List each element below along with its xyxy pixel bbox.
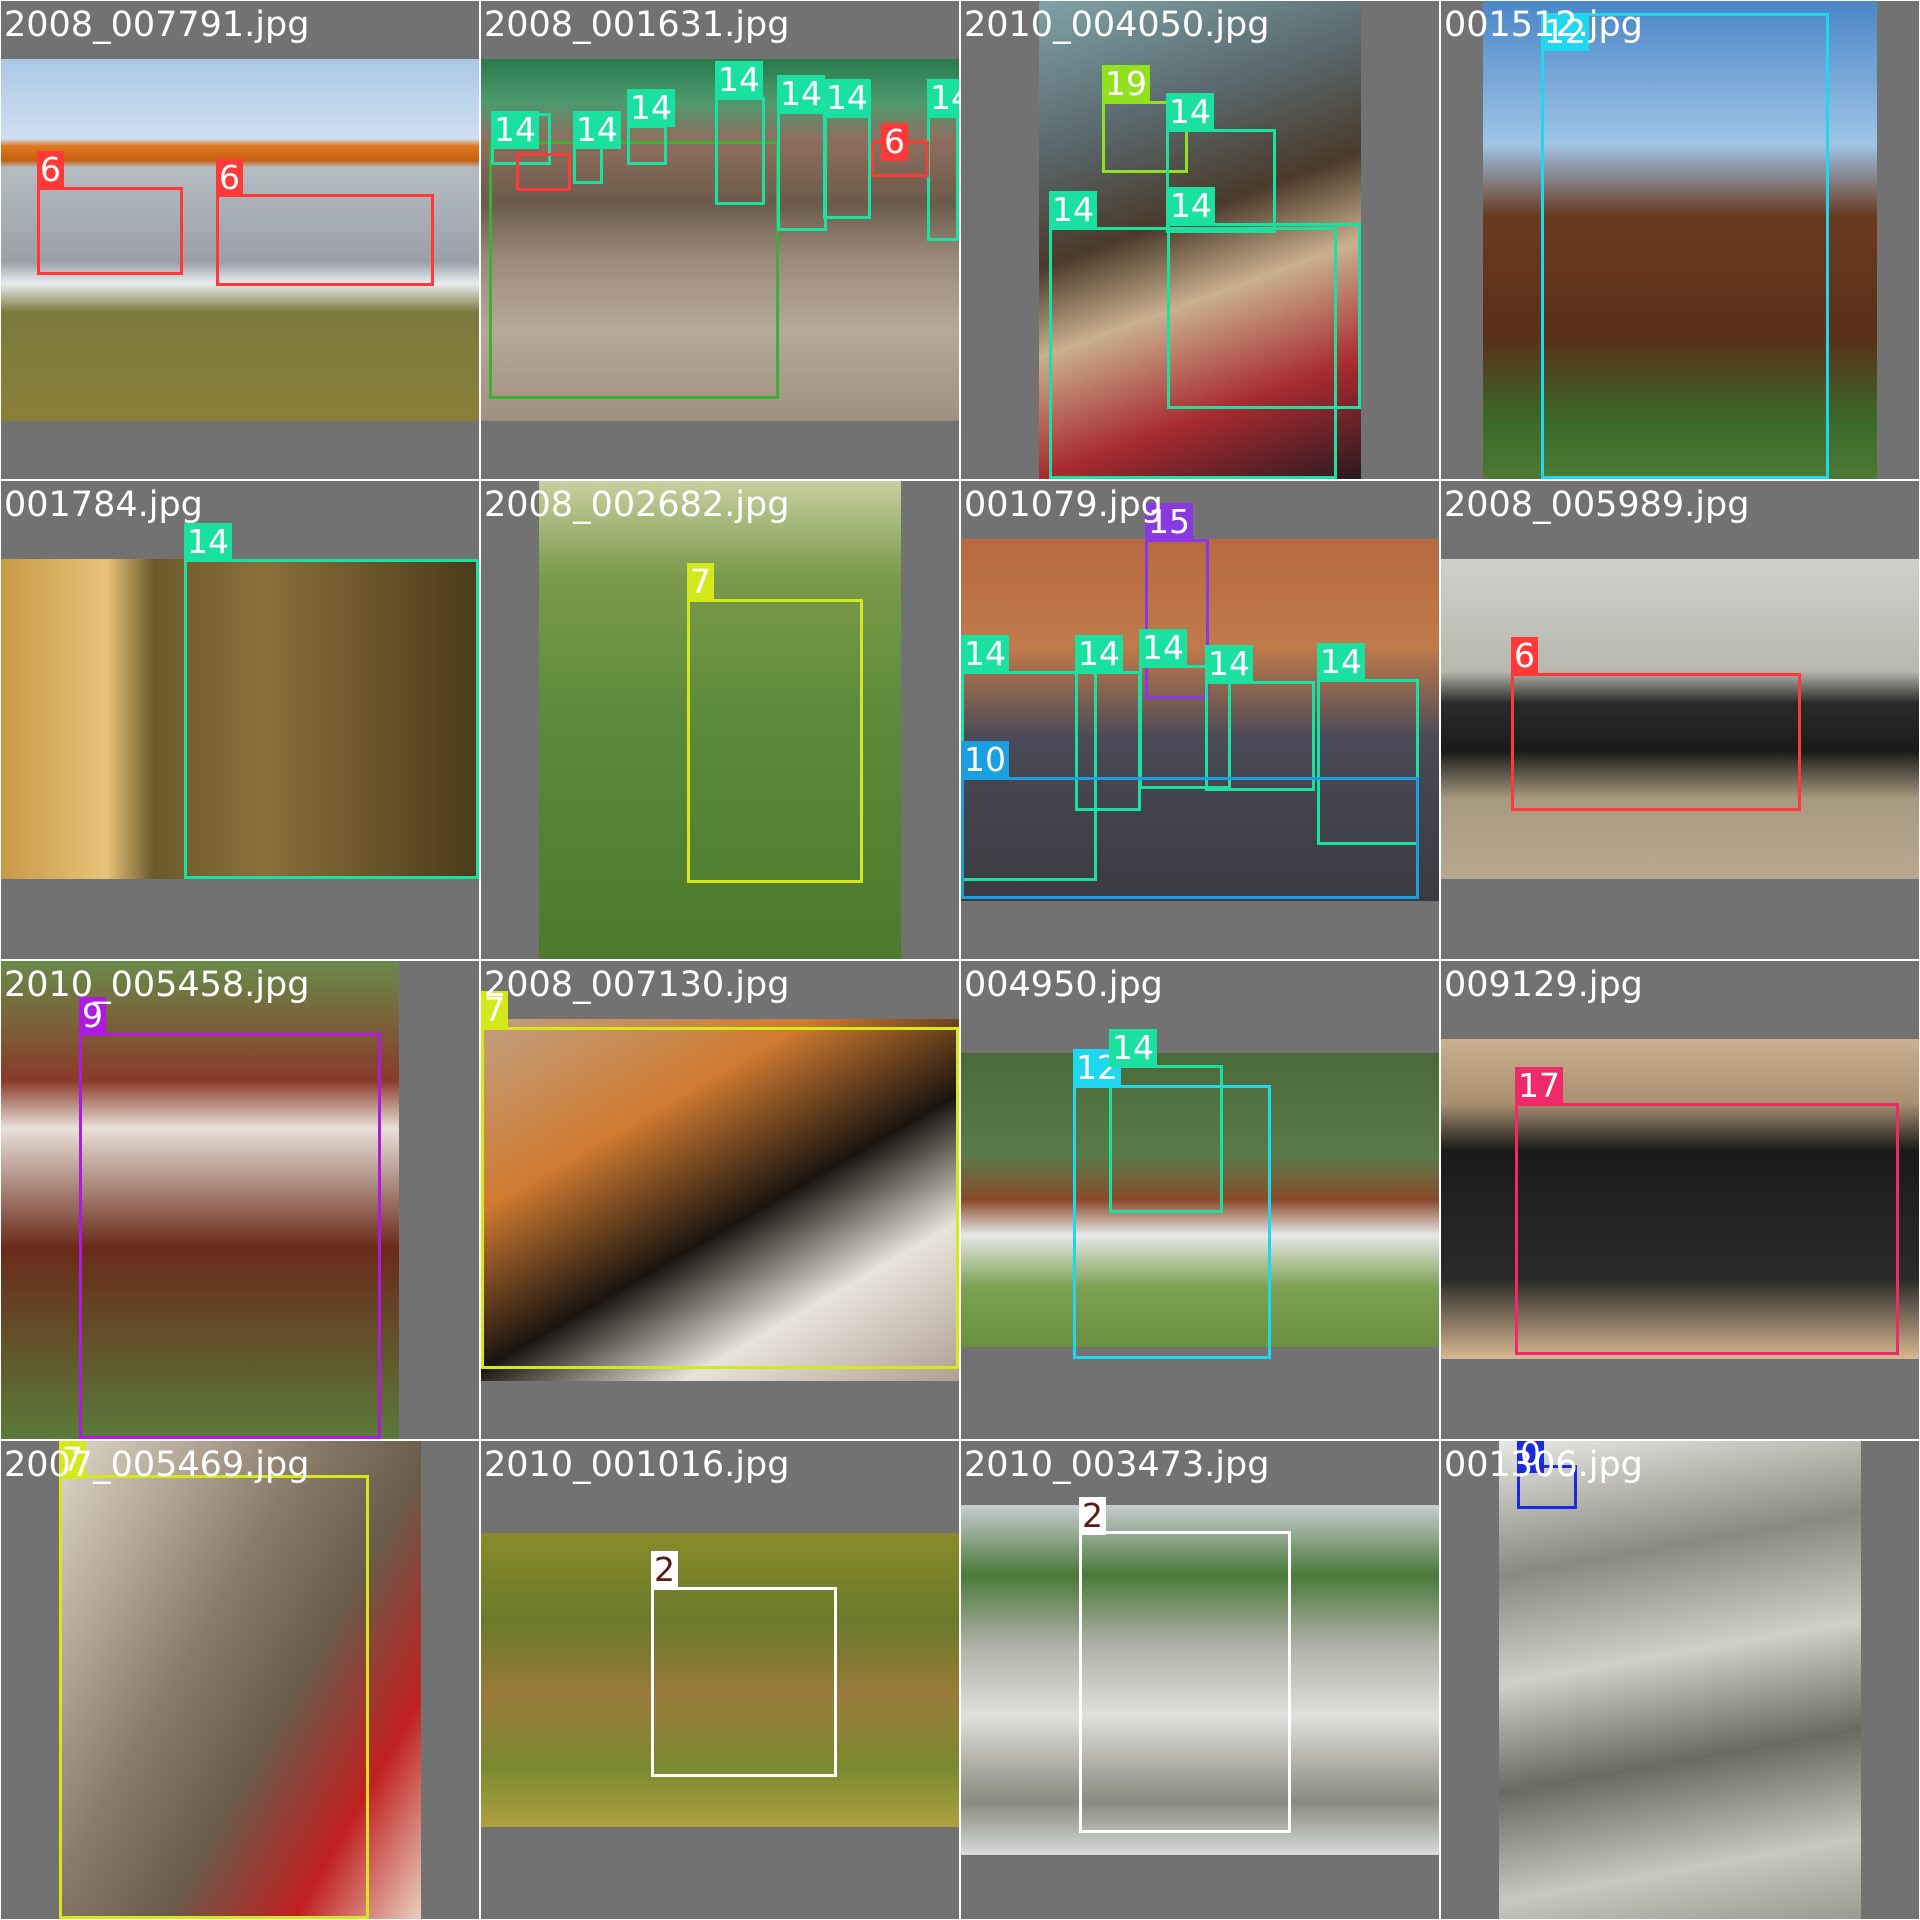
bbox-cow: [79, 1033, 381, 1439]
class-label: 14: [1075, 635, 1123, 673]
image-filename: 001306.jpg: [1444, 1445, 1643, 1485]
bbox-person: [1167, 223, 1361, 409]
bbox-person: [573, 146, 603, 184]
image-filename: 2008_002682.jpg: [484, 485, 790, 525]
mosaic-tile: 001306.jpg 0: [1441, 1441, 1919, 1919]
class-label: 14: [1166, 93, 1214, 131]
class-label: 6: [881, 123, 908, 161]
class-label: 14: [715, 61, 763, 99]
bbox-person: [184, 559, 479, 879]
bbox-car: [1511, 673, 1801, 811]
mosaic-tile: 2010_003473.jpg 2: [961, 1441, 1439, 1919]
class-label: 14: [1049, 191, 1097, 229]
class-label: 14: [627, 89, 675, 127]
class-label: 6: [1511, 637, 1538, 675]
bbox-cat: [687, 599, 863, 883]
bbox-car: [216, 194, 434, 286]
class-label: 14: [1139, 629, 1187, 667]
class-label: 14: [1317, 643, 1365, 681]
class-label: 14: [1205, 645, 1253, 683]
bbox-bird: [1079, 1531, 1291, 1833]
image-filename: 001512.jpg: [1444, 5, 1643, 45]
bbox-person: [1109, 1065, 1223, 1213]
bbox-diningtable: [961, 777, 1419, 899]
image-filename: 2008_001631.jpg: [484, 5, 790, 45]
image-filename: 004950.jpg: [964, 965, 1163, 1005]
mosaic-tile: 2008_001631.jpg 14 14 14 14 14 14 14 6: [481, 1, 959, 479]
bbox-person: [927, 115, 959, 241]
mosaic-tile: 2008_002682.jpg 7: [481, 481, 959, 959]
class-label: 14: [823, 79, 871, 117]
class-label: 6: [37, 151, 64, 189]
class-label: 14: [961, 635, 1009, 673]
image-filename: 2008_007130.jpg: [484, 965, 790, 1005]
bbox-horse: [1541, 13, 1829, 479]
mosaic-tile: 2007_005469.jpg 7: [1, 1441, 479, 1919]
class-label: 14: [777, 75, 825, 113]
image-filename: 2010_005458.jpg: [4, 965, 310, 1005]
image-filename: 2010_003473.jpg: [964, 1445, 1270, 1485]
mosaic-grid: 2008_007791.jpg 6 6 2008_001631.jpg 14 1…: [0, 0, 1920, 1920]
class-label: 2: [1079, 1497, 1106, 1535]
image-filename: 009129.jpg: [1444, 965, 1643, 1005]
class-label: 10: [961, 741, 1009, 779]
class-label: 7: [687, 563, 714, 601]
bbox-cat: [59, 1475, 369, 1919]
image-filename: 2008_007791.jpg: [4, 5, 310, 45]
class-label: 6: [216, 159, 243, 197]
mosaic-tile: 2010_004050.jpg 19 14 14 14: [961, 1, 1439, 479]
image-filename: 2008_005989.jpg: [1444, 485, 1750, 525]
image-filename: 2010_001016.jpg: [484, 1445, 790, 1485]
bbox-person: [777, 111, 827, 231]
class-label: 2: [651, 1551, 678, 1589]
mosaic-tile: 001784.jpg 14: [1, 481, 479, 959]
image-filename: 2010_004050.jpg: [964, 5, 1270, 45]
mosaic-tile: 2010_005458.jpg 9: [1, 961, 479, 1439]
bbox-car: [37, 187, 183, 275]
mosaic-tile: 2008_005989.jpg 6: [1441, 481, 1919, 959]
mosaic-tile: 2008_007130.jpg 7: [481, 961, 959, 1439]
bbox-person: [715, 97, 765, 205]
class-label: 14: [491, 111, 539, 149]
class-label: 14: [184, 523, 232, 561]
bbox-person: [1205, 681, 1315, 791]
mosaic-tile: 001079.jpg 15 14 14 14 14 14 10: [961, 481, 1439, 959]
mosaic-tile: 2008_007791.jpg 6 6: [1, 1, 479, 479]
mosaic-tile: 001512.jpg 12: [1441, 1, 1919, 479]
image-filename: 001079.jpg: [964, 485, 1163, 525]
bbox-person: [627, 125, 667, 165]
class-label: 17: [1515, 1067, 1563, 1105]
image-filename: 001784.jpg: [4, 485, 203, 525]
image-filename: 2007_005469.jpg: [4, 1445, 310, 1485]
bbox-bird: [651, 1587, 837, 1777]
photo: [1499, 1441, 1861, 1919]
bbox-cat: [481, 1027, 959, 1369]
class-label: 14: [573, 111, 621, 149]
bbox-person: [823, 115, 871, 219]
class-label: 19: [1102, 65, 1150, 103]
bbox-car: [516, 153, 571, 191]
class-label: 14: [1109, 1029, 1157, 1067]
mosaic-tile: 2010_001016.jpg 2: [481, 1441, 959, 1919]
class-label: 14: [927, 79, 959, 117]
mosaic-tile: 004950.jpg 12 14: [961, 961, 1439, 1439]
bbox-sofa: [1515, 1103, 1899, 1355]
mosaic-tile: 009129.jpg 17: [1441, 961, 1919, 1439]
class-label: 14: [1167, 187, 1215, 225]
